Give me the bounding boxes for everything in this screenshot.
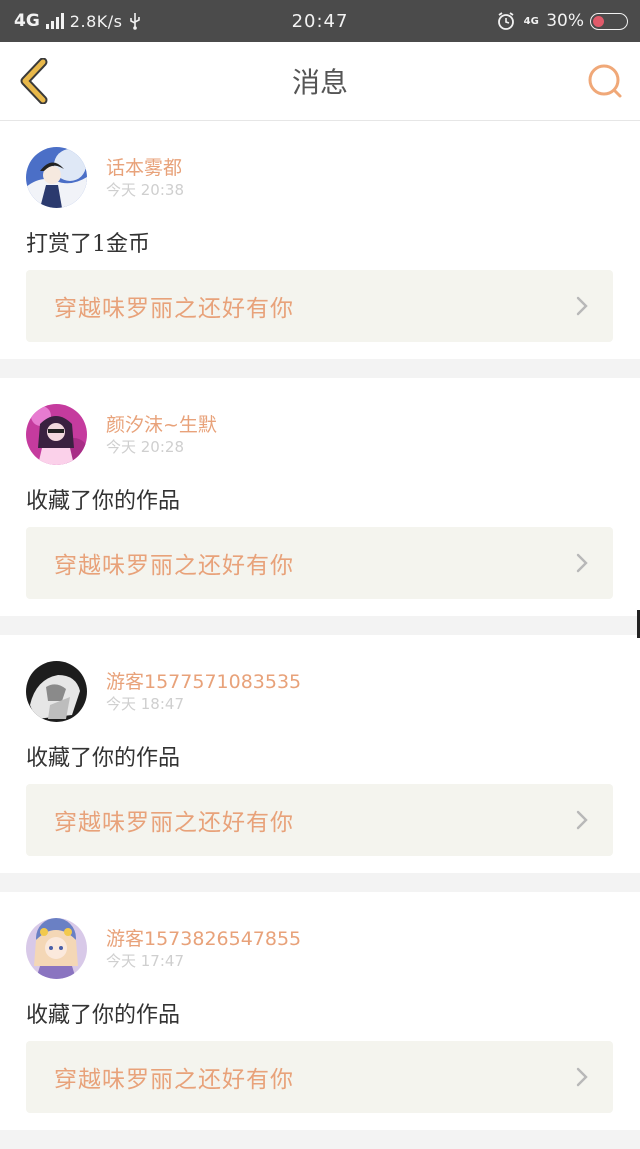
- page-title: 消息: [291, 66, 348, 99]
- work-link[interactable]: 穿越味罗丽之还好有你: [26, 527, 613, 599]
- network-type-small: 4G: [523, 15, 539, 27]
- search-icon: [588, 64, 622, 98]
- alarm-icon: [498, 12, 515, 30]
- username[interactable]: 游客1573826547855: [106, 924, 301, 951]
- work-title: 穿越味罗丽之还好有你: [54, 810, 294, 836]
- header: 消息: [0, 42, 640, 121]
- chevron-right-icon: [576, 553, 588, 573]
- timestamp: 今天 17:47: [106, 952, 184, 970]
- message-card: 游客1573826547855 今天 17:47 收藏了你的作品 穿越味罗丽之还…: [0, 892, 640, 1130]
- chevron-right-icon: [576, 296, 588, 316]
- battery-percent: 30%: [546, 11, 584, 31]
- avatar[interactable]: [26, 147, 87, 208]
- search-button[interactable]: [586, 62, 624, 100]
- work-title: 穿越味罗丽之还好有你: [54, 553, 294, 579]
- work-title: 穿越味罗丽之还好有你: [54, 1067, 294, 1093]
- action-text: 收藏了你的作品: [26, 489, 181, 514]
- chevron-right-icon: [576, 810, 588, 830]
- message-list: 话本雾都 今天 20:38 打赏了1金币 穿越味罗丽之还好有你 颜汐沫~生默 今…: [0, 121, 640, 1149]
- timestamp: 今天 20:38: [106, 181, 184, 199]
- status-right: 4G 30%: [496, 0, 628, 42]
- timestamp: 今天 18:47: [106, 695, 184, 713]
- action-text: 打赏了1金币: [26, 232, 150, 257]
- message-card: 颜汐沫~生默 今天 20:28 收藏了你的作品 穿越味罗丽之还好有你: [0, 378, 640, 616]
- status-bar: 4G 2.8K/s 20:47 4G 30%: [0, 0, 640, 42]
- timestamp: 今天 20:28: [106, 438, 184, 456]
- battery-icon: [590, 12, 628, 30]
- work-title: 穿越味罗丽之还好有你: [54, 296, 294, 322]
- work-link[interactable]: 穿越味罗丽之还好有你: [26, 784, 613, 856]
- message-card: 话本雾都 今天 20:38 打赏了1金币 穿越味罗丽之还好有你: [0, 121, 640, 359]
- message-card: 游客1577571083535 今天 18:47 收藏了你的作品 穿越味罗丽之还…: [0, 635, 640, 873]
- avatar[interactable]: [26, 918, 87, 979]
- username[interactable]: 话本雾都: [106, 153, 182, 180]
- work-link[interactable]: 穿越味罗丽之还好有你: [26, 270, 613, 342]
- username[interactable]: 颜汐沫~生默: [106, 410, 217, 437]
- action-text: 收藏了你的作品: [26, 1003, 181, 1028]
- avatar[interactable]: [26, 404, 87, 465]
- avatar[interactable]: [26, 661, 87, 722]
- username[interactable]: 游客1577571083535: [106, 667, 301, 694]
- action-text: 收藏了你的作品: [26, 746, 181, 771]
- work-link[interactable]: 穿越味罗丽之还好有你: [26, 1041, 613, 1113]
- chevron-right-icon: [576, 1067, 588, 1087]
